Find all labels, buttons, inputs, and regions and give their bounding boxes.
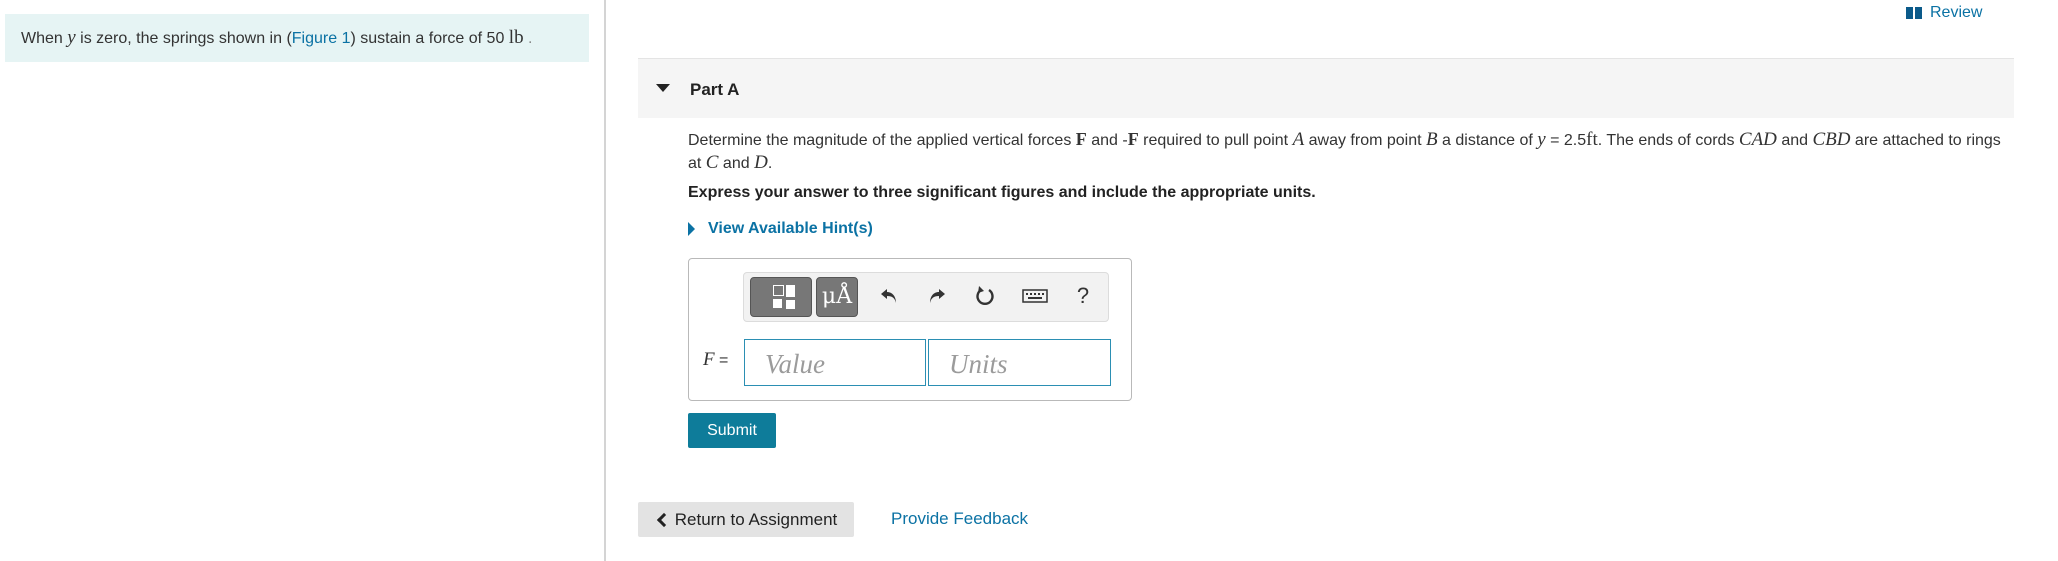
provide-feedback-link[interactable]: Provide Feedback [891, 509, 1028, 529]
reset-icon[interactable] [970, 281, 1000, 311]
redo-icon[interactable] [922, 281, 952, 311]
intro-text: When [21, 30, 68, 47]
units-input[interactable] [928, 339, 1111, 386]
expand-triangle-icon [688, 222, 695, 236]
submit-button[interactable]: Submit [688, 413, 776, 448]
value-input[interactable] [744, 339, 926, 386]
part-header[interactable]: Part A [638, 58, 2014, 118]
return-to-assignment-button[interactable]: Return to Assignment [638, 502, 854, 537]
intro-text: ) sustain a force of 50 [350, 30, 509, 47]
review-label: Review [1930, 4, 1983, 21]
column-divider [604, 0, 606, 561]
hints-label: View Available Hint(s) [708, 220, 873, 237]
review-link[interactable]: Review [1906, 2, 1982, 24]
symbols-button[interactable]: μÅ [816, 277, 858, 317]
templates-icon[interactable] [750, 277, 812, 317]
view-hints-toggle[interactable]: View Available Hint(s) [688, 220, 873, 238]
keyboard-icon[interactable] [1020, 281, 1050, 311]
math-toolbar: μÅ ? [743, 272, 1109, 322]
help-button[interactable]: ? [1068, 281, 1098, 311]
return-label: Return to Assignment [674, 509, 838, 529]
answer-variable-label: F = [703, 349, 729, 370]
book-icon [1906, 7, 1922, 19]
figure-link[interactable]: Figure 1 [292, 30, 351, 47]
var-y: y [67, 27, 76, 48]
question-text: Determine the magnitude of the applied v… [688, 129, 2001, 173]
problem-intro: When y is zero, the springs shown in (Fi… [5, 14, 589, 62]
answer-box: μÅ ? F = [688, 258, 1132, 401]
unit-lb: lb [508, 27, 524, 48]
collapse-caret-icon[interactable] [656, 84, 670, 92]
intro-text: . [523, 30, 533, 47]
answer-instruction: Express your answer to three significant… [688, 184, 1316, 201]
undo-icon[interactable] [874, 281, 904, 311]
chevron-left-icon [656, 512, 671, 527]
part-title: Part A [690, 80, 740, 99]
intro-text: is zero, the springs shown in ( [75, 30, 292, 47]
